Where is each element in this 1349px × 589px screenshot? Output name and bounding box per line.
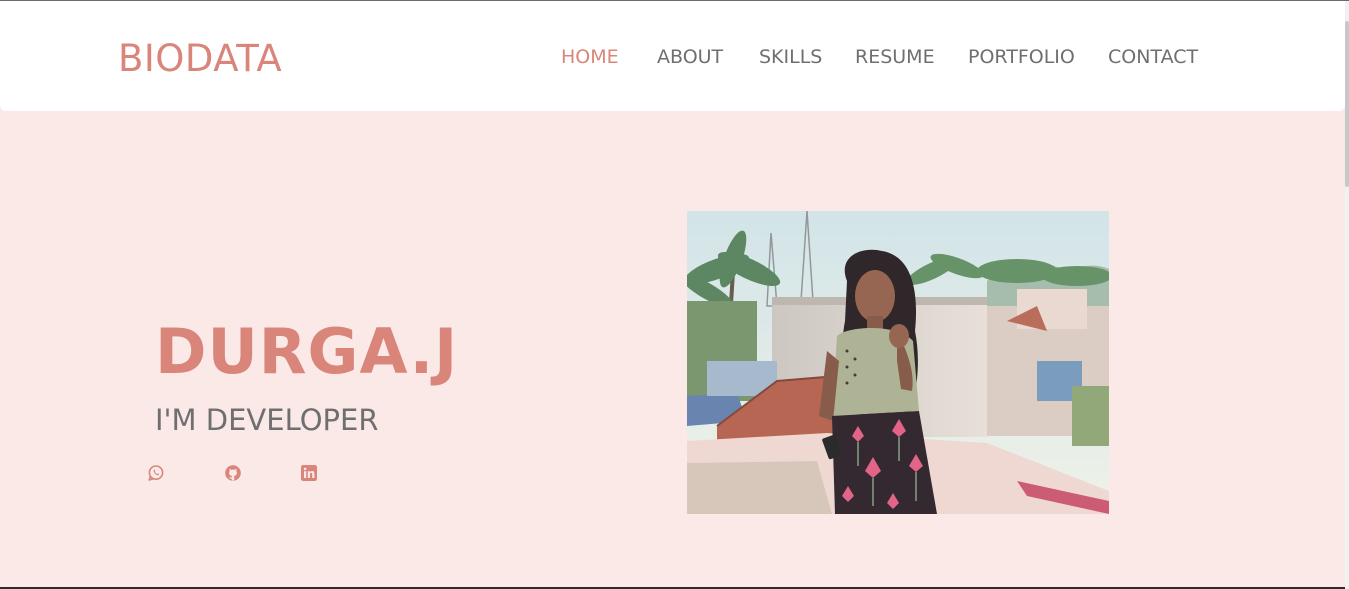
hero-role: I'M DEVELOPER: [155, 403, 379, 437]
hero-name: DURGA.J: [155, 315, 459, 388]
github-icon[interactable]: [224, 464, 242, 482]
whatsapp-icon[interactable]: [147, 464, 165, 482]
social-links: [147, 464, 347, 484]
profile-photo: [687, 211, 1109, 514]
linkedin-icon[interactable]: [300, 464, 318, 482]
nav-contact[interactable]: CONTACT: [1108, 45, 1198, 69]
nav-skills[interactable]: SKILLS: [759, 45, 822, 69]
scrollbar-thumb[interactable]: [1345, 21, 1349, 187]
scrollbar[interactable]: [1345, 1, 1349, 589]
nav-resume[interactable]: RESUME: [855, 45, 935, 69]
main-nav: HOME ABOUT SKILLS RESUME PORTFOLIO CONTA…: [0, 45, 1345, 71]
nav-portfolio[interactable]: PORTFOLIO: [968, 45, 1075, 69]
nav-about[interactable]: ABOUT: [657, 45, 723, 69]
nav-home[interactable]: HOME: [561, 45, 619, 69]
navbar: BIODATA HOME ABOUT SKILLS RESUME PORTFOL…: [0, 1, 1345, 111]
